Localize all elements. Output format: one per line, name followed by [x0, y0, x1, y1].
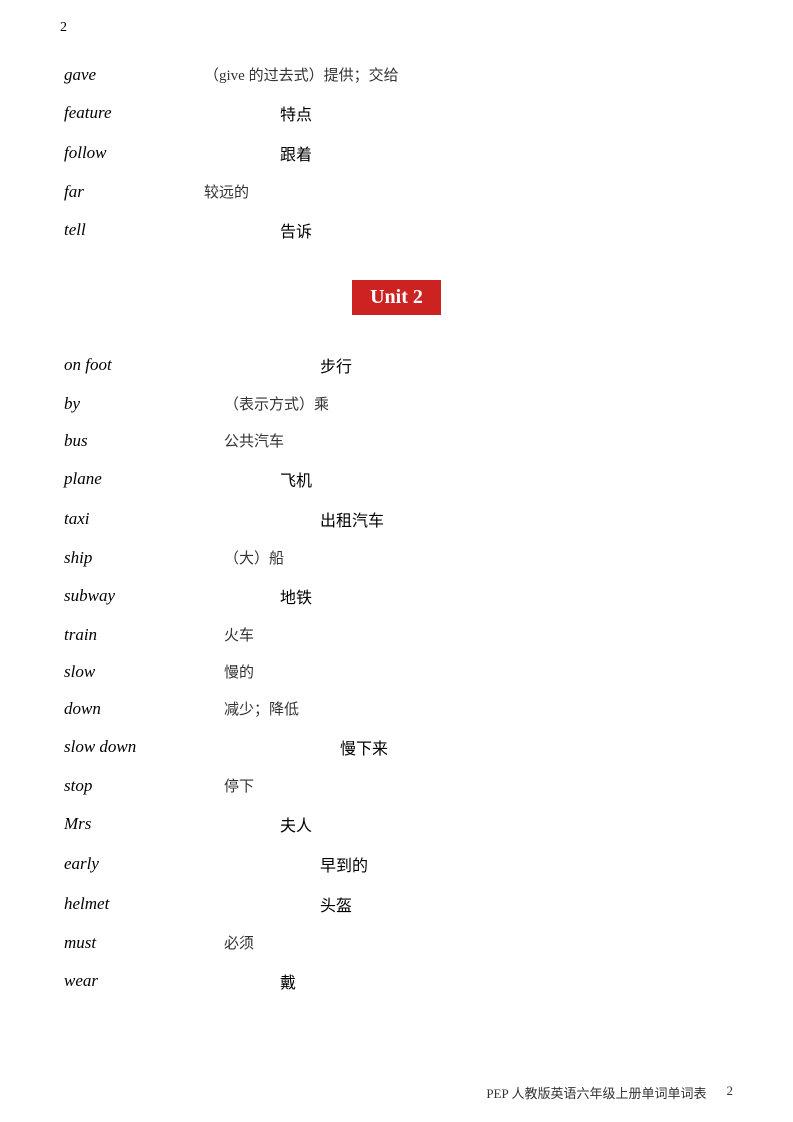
- en-word: subway: [60, 576, 220, 616]
- extra-info: 较远的: [200, 173, 733, 210]
- footer-number: 2: [727, 1083, 734, 1102]
- page-number-top: 2: [60, 20, 733, 36]
- vocab-row: Mrs 夫人: [60, 804, 733, 844]
- cn-meaning: 慢下来: [220, 727, 733, 767]
- vocab-row: slow down 慢下来: [60, 727, 733, 767]
- en-word: wear: [60, 961, 220, 1001]
- en-word: taxi: [60, 499, 220, 539]
- extra-info: 公共汽车: [220, 422, 733, 459]
- en-word: Mrs: [60, 804, 220, 844]
- en-word: slow: [60, 653, 220, 690]
- en-word: down: [60, 690, 220, 727]
- vocab-row: on foot 步行: [60, 345, 733, 385]
- vocab-table-section1: gave （give 的过去式）提供；交给 feature 特点 follow …: [60, 56, 733, 250]
- en-word: must: [60, 924, 220, 961]
- en-word: helmet: [60, 884, 220, 924]
- en-word: gave: [60, 56, 200, 93]
- extra-info: 减少；降低: [220, 690, 733, 727]
- extra-info: 火车: [220, 616, 733, 653]
- footer-text: PEP 人教版英语六年级上册单词单词表: [486, 1083, 706, 1102]
- en-word: plane: [60, 459, 220, 499]
- unit-divider: Unit 2: [60, 280, 733, 315]
- en-word: by: [60, 385, 220, 422]
- en-word: tell: [60, 210, 200, 250]
- page: 2 gave （give 的过去式）提供；交给 feature 特点 follo…: [0, 0, 793, 1122]
- cn-meaning: 地铁: [220, 576, 733, 616]
- vocab-row: slow 慢的: [60, 653, 733, 690]
- vocab-row: follow 跟着: [60, 133, 733, 173]
- cn-meaning: 头盔: [220, 884, 733, 924]
- vocab-row: subway 地铁: [60, 576, 733, 616]
- cn-meaning: 飞机: [220, 459, 733, 499]
- unit-badge: Unit 2: [352, 280, 441, 315]
- extra-info: （give 的过去式）提供；交给: [200, 56, 733, 93]
- vocab-row: plane 飞机: [60, 459, 733, 499]
- vocab-row: must 必须: [60, 924, 733, 961]
- extra-info: 必须: [220, 924, 733, 961]
- vocab-row: early 早到的: [60, 844, 733, 884]
- en-word: slow down: [60, 727, 220, 767]
- extra-info: 慢的: [220, 653, 733, 690]
- vocab-row: ship （大）船: [60, 539, 733, 576]
- vocab-row: far 较远的: [60, 173, 733, 210]
- en-word: on foot: [60, 345, 220, 385]
- extra-info: （表示方式）乘: [220, 385, 733, 422]
- en-word: stop: [60, 767, 220, 804]
- cn-meaning: 早到的: [220, 844, 733, 884]
- en-word: train: [60, 616, 220, 653]
- extra-info: （大）船: [220, 539, 733, 576]
- vocab-row: wear 戴: [60, 961, 733, 1001]
- vocab-row: stop 停下: [60, 767, 733, 804]
- cn-meaning: 夫人: [220, 804, 733, 844]
- vocab-row: by （表示方式）乘: [60, 385, 733, 422]
- vocab-row: train 火车: [60, 616, 733, 653]
- footer: PEP 人教版英语六年级上册单词单词表 2: [0, 1083, 793, 1102]
- en-word: feature: [60, 93, 200, 133]
- vocab-row: tell 告诉: [60, 210, 733, 250]
- en-word: early: [60, 844, 220, 884]
- vocab-row: helmet 头盔: [60, 884, 733, 924]
- vocab-row: bus 公共汽车: [60, 422, 733, 459]
- vocab-row: gave （give 的过去式）提供；交给: [60, 56, 733, 93]
- vocab-row: down 减少；降低: [60, 690, 733, 727]
- cn-meaning: 戴: [220, 961, 733, 1001]
- cn-meaning: 跟着: [200, 133, 733, 173]
- cn-meaning: 告诉: [200, 210, 733, 250]
- vocab-table-section2: on foot 步行 by （表示方式）乘 bus 公共汽车 plane 飞机 …: [60, 345, 733, 1001]
- en-word: ship: [60, 539, 220, 576]
- cn-meaning: 特点: [200, 93, 733, 133]
- vocab-row: taxi 出租汽车: [60, 499, 733, 539]
- extra-info: 停下: [220, 767, 733, 804]
- vocab-row: feature 特点: [60, 93, 733, 133]
- cn-meaning: 步行: [220, 345, 733, 385]
- en-word: far: [60, 173, 200, 210]
- en-word: follow: [60, 133, 200, 173]
- cn-meaning: 出租汽车: [220, 499, 733, 539]
- en-word: bus: [60, 422, 220, 459]
